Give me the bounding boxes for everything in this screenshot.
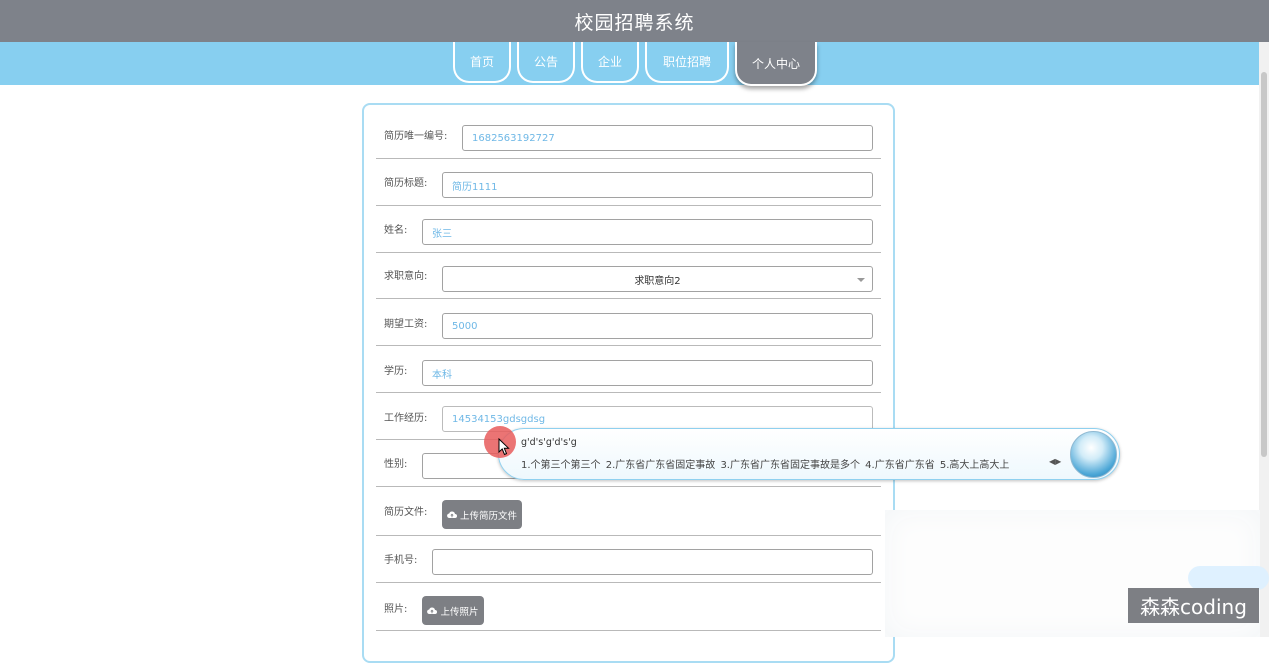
education-value: 本科: [432, 369, 452, 381]
form-divider: [376, 535, 881, 536]
nav-companies[interactable]: 企业: [581, 42, 639, 83]
ime-composition: g'd's'g'd's'g: [521, 437, 577, 448]
education-label: 学历:: [384, 366, 408, 377]
app-title: 校园招聘系统: [574, 11, 695, 34]
upload-photo-label: 上传照片: [440, 606, 479, 618]
form-divider: [376, 205, 881, 206]
resume-file-label: 简历文件:: [384, 507, 428, 518]
form-divider: [376, 392, 881, 393]
ime-candidate-popup[interactable]: g'd's'g'd's'g 1.个第三个第三个 2.广东省广东省固定事故 3.广…: [498, 428, 1120, 480]
name-label: 姓名:: [384, 225, 408, 236]
photo-label: 照片:: [384, 604, 408, 615]
nav-job-postings[interactable]: 职位招聘: [645, 42, 729, 83]
nav-home-label: 首页: [469, 55, 494, 69]
name-input[interactable]: 张三: [422, 219, 873, 245]
nav-announcements-label: 公告: [533, 55, 558, 69]
screen-glare-blue: [1188, 566, 1269, 590]
resume-id-value: 1682563192727: [472, 132, 555, 144]
form-divider: [376, 582, 881, 583]
app-header: 校园招聘系统: [0, 0, 1269, 42]
resume-id-label: 简历唯一编号:: [384, 131, 448, 142]
nav-home[interactable]: 首页: [453, 42, 511, 83]
form-divider: [376, 486, 881, 487]
form-divider: [376, 345, 881, 346]
nav-announcements[interactable]: 公告: [517, 42, 575, 83]
expected-salary-input[interactable]: 5000: [442, 313, 873, 339]
job-intention-value: 求职意向2: [634, 275, 681, 287]
form-divider: [376, 158, 881, 159]
work-experience-label: 工作经历:: [384, 413, 428, 424]
education-input[interactable]: 本科: [422, 360, 873, 386]
gender-label: 性别:: [384, 459, 408, 470]
expected-salary-value: 5000: [452, 320, 478, 332]
resume-title-value: 简历1111: [452, 181, 498, 193]
nav-personal-center-label: 个人中心: [751, 56, 800, 71]
job-intention-select[interactable]: 求职意向2: [442, 266, 873, 292]
scrollbar-thumb[interactable]: [1261, 72, 1267, 457]
form-divider: [376, 630, 881, 631]
expected-salary-label: 期望工资:: [384, 319, 428, 330]
form-divider: [376, 252, 881, 253]
name-value: 张三: [432, 228, 452, 240]
nav-companies-label: 企业: [597, 55, 622, 69]
resume-id-input[interactable]: 1682563192727: [462, 125, 873, 151]
resume-title-input[interactable]: 简历1111: [442, 172, 873, 198]
page-scrollbar[interactable]: [1259, 42, 1269, 637]
resume-title-label: 简历标题:: [384, 178, 428, 189]
work-experience-value: 14534153gdsgdsg: [452, 413, 546, 425]
mouse-pointer-icon: [498, 438, 510, 456]
nav-job-postings-label: 职位招聘: [662, 55, 711, 69]
cloud-upload-icon: [447, 510, 457, 518]
ime-candidate-list[interactable]: 1.个第三个第三个 2.广东省广东省固定事故 3.广东省广东省固定事故是多个 4…: [521, 456, 1009, 471]
ime-logo-icon: [1070, 431, 1117, 478]
phone-label: 手机号:: [384, 555, 418, 566]
watermark: 森森coding: [1128, 588, 1259, 623]
upload-photo-button[interactable]: 上传照片: [422, 596, 484, 625]
ime-page-arrows-icon[interactable]: ◀▶: [1049, 457, 1061, 466]
upload-resume-label: 上传简历文件: [459, 510, 517, 522]
form-divider: [376, 298, 881, 299]
job-intention-label: 求职意向:: [384, 271, 428, 282]
main-nav: 首页 公告 企业 职位招聘 个人中心: [0, 42, 1269, 86]
phone-input[interactable]: [432, 549, 873, 575]
upload-resume-button[interactable]: 上传简历文件: [442, 500, 522, 529]
chevron-down-icon: [857, 278, 865, 282]
nav-personal-center[interactable]: 个人中心: [735, 42, 817, 86]
cloud-upload-icon: [427, 606, 438, 614]
